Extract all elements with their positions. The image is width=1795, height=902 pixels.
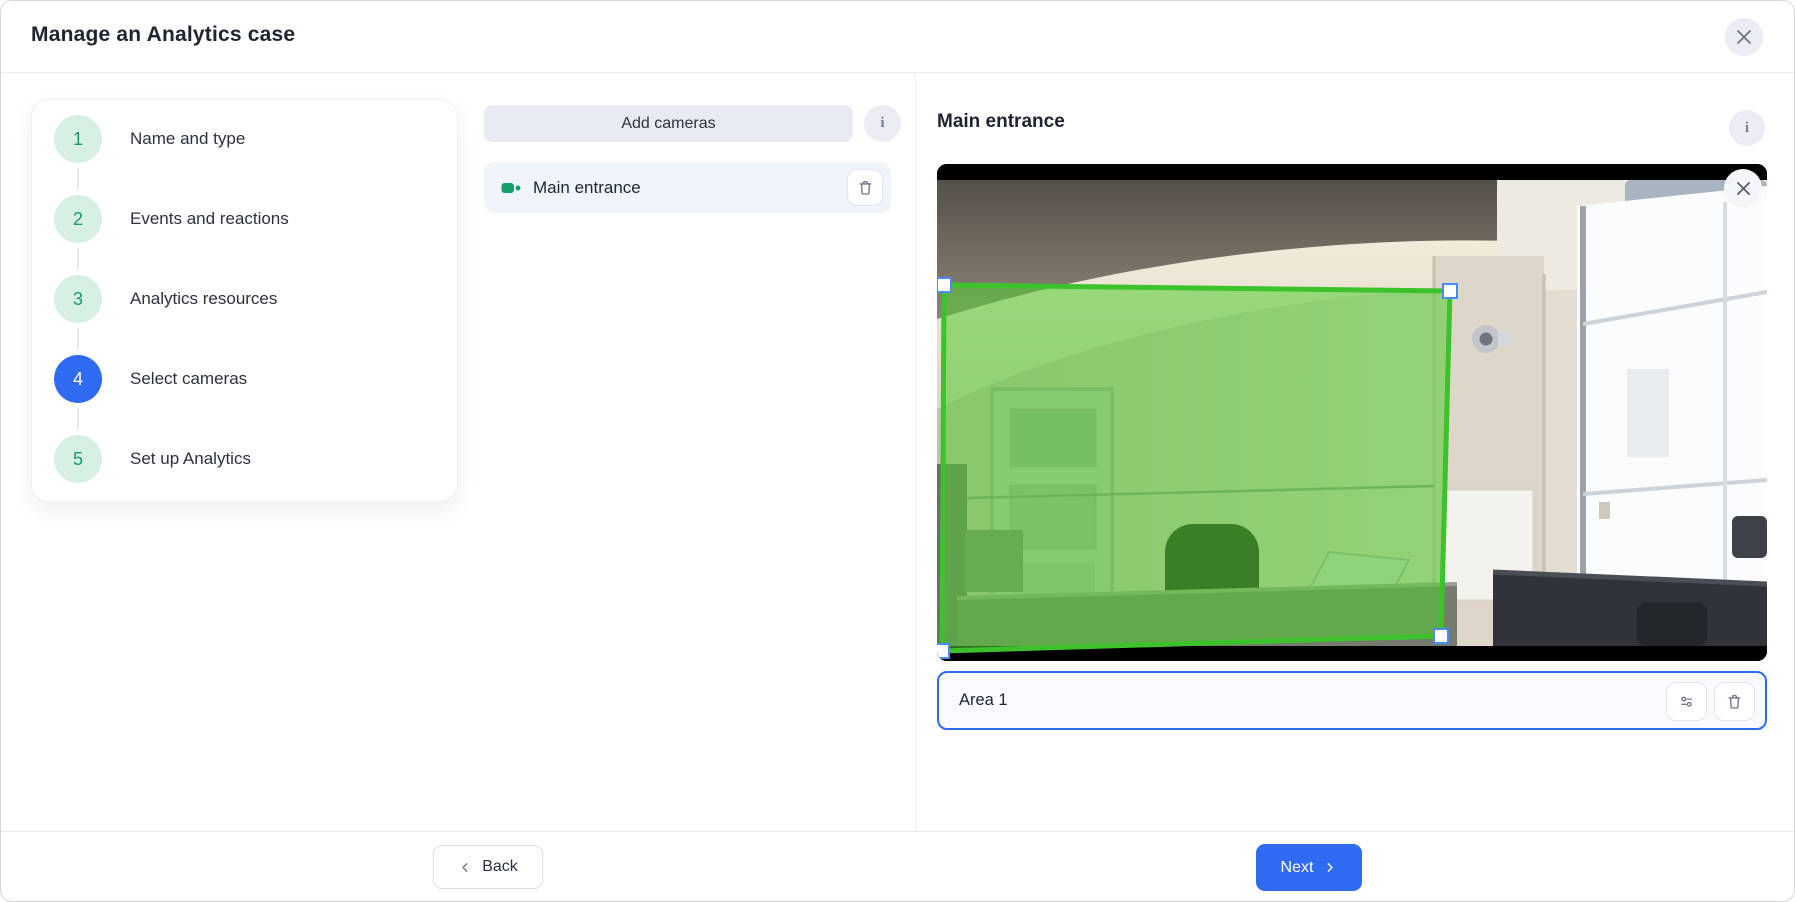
step-label: Analytics resources	[130, 289, 277, 309]
area-name-field[interactable]: Area 1	[937, 671, 1767, 730]
step-connector	[77, 168, 79, 190]
chevron-left-icon	[458, 860, 473, 875]
close-icon	[1736, 29, 1752, 45]
preview-close-button[interactable]	[1724, 169, 1762, 207]
close-icon	[1736, 181, 1751, 196]
step-item-analytics-resources[interactable]: 3 Analytics resources	[54, 275, 434, 323]
step-connector	[77, 248, 79, 270]
video-camera-icon	[499, 176, 523, 200]
step-connector	[77, 328, 79, 350]
area-settings-button[interactable]	[1666, 682, 1707, 721]
detection-area-polygon[interactable]	[942, 285, 1450, 651]
step-label: Name and type	[130, 129, 245, 149]
area-resize-handle[interactable]	[937, 278, 951, 292]
cameras-info-button[interactable]: i	[864, 105, 901, 142]
step-item-set-up-analytics[interactable]: 5 Set up Analytics	[54, 435, 434, 483]
sliders-icon	[1677, 692, 1696, 711]
add-cameras-button[interactable]: Add cameras	[484, 105, 853, 142]
trash-icon	[856, 178, 875, 197]
manage-analytics-case-modal: Manage an Analytics case 1 Name and type…	[0, 0, 1795, 902]
area-name-value: Area 1	[959, 691, 1008, 710]
next-button-label: Next	[1281, 859, 1314, 877]
modal-close-button[interactable]	[1725, 18, 1763, 56]
step-label: Events and reactions	[130, 209, 289, 229]
back-button-label: Back	[482, 858, 518, 876]
step-number-badge: 1	[54, 115, 102, 163]
step-label: Set up Analytics	[130, 449, 251, 469]
area-resize-handle[interactable]	[937, 644, 949, 658]
info-icon: i	[880, 115, 884, 132]
camera-name: Main entrance	[533, 178, 641, 198]
panel-divider	[915, 74, 916, 831]
step-number-badge: 2	[54, 195, 102, 243]
area-resize-handle[interactable]	[1443, 284, 1457, 298]
camera-list-item-main-entrance[interactable]: Main entrance	[484, 162, 891, 213]
wizard-stepper-card: 1 Name and type 2 Events and reactions 3…	[31, 99, 458, 502]
trash-icon	[1725, 692, 1744, 711]
step-connector	[77, 408, 79, 430]
step-item-events-and-reactions[interactable]: 2 Events and reactions	[54, 195, 434, 243]
modal-header: Manage an Analytics case	[1, 1, 1794, 73]
modal-title: Manage an Analytics case	[31, 23, 295, 47]
chevron-right-icon	[1322, 860, 1337, 875]
step-number-badge: 3	[54, 275, 102, 323]
step-item-name-and-type[interactable]: 1 Name and type	[54, 115, 434, 163]
camera-preview-frame	[937, 164, 1767, 661]
area-delete-button[interactable]	[1714, 682, 1755, 721]
step-item-select-cameras[interactable]: 4 Select cameras	[54, 355, 434, 403]
step-number-badge-active: 4	[54, 355, 102, 403]
step-label: Select cameras	[130, 369, 247, 389]
info-icon: i	[1745, 120, 1749, 137]
delete-camera-button[interactable]	[847, 169, 883, 206]
back-button[interactable]: Back	[433, 845, 543, 889]
area-resize-handle[interactable]	[1434, 629, 1448, 643]
detection-area-overlay[interactable]	[937, 164, 1767, 661]
footer-divider	[1, 831, 1794, 832]
preview-title: Main entrance	[937, 111, 1065, 133]
preview-info-button[interactable]: i	[1729, 110, 1765, 146]
step-number-badge: 5	[54, 435, 102, 483]
next-button[interactable]: Next	[1256, 844, 1362, 891]
